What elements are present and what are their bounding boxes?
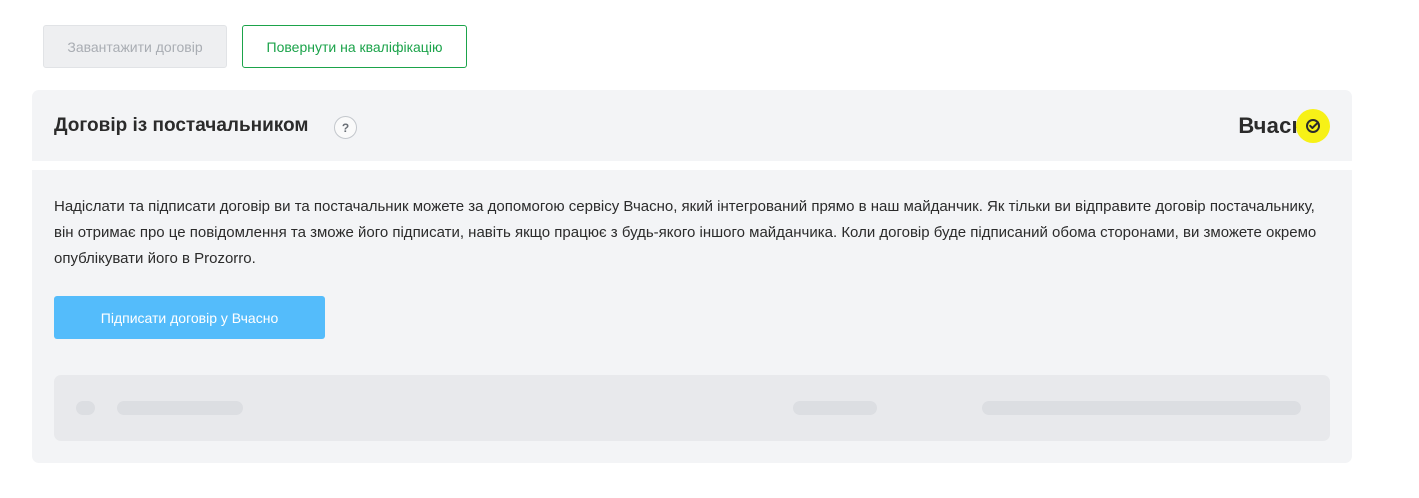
loading-placeholder: [54, 375, 1330, 441]
skeleton-line: [117, 401, 243, 415]
panel-header: Договір із постачальником ? Вчасн: [32, 90, 1352, 161]
sign-in-vchasno-button[interactable]: Підписати договір у Вчасно: [54, 296, 325, 339]
panel-body: Надіслати та підписати договір ви та пос…: [32, 170, 1352, 339]
skeleton-line: [982, 401, 1301, 415]
check-circle-icon: [1296, 109, 1330, 143]
panel-title: Договір із постачальником: [54, 115, 309, 136]
contract-panel: Договір із постачальником ? Вчасн Надісл…: [32, 90, 1352, 463]
return-to-qualification-button[interactable]: Повернути на кваліфікацію: [242, 25, 467, 68]
skeleton-line: [793, 401, 877, 415]
question-icon[interactable]: ?: [334, 116, 357, 139]
integration-description: Надіслати та підписати договір ви та пос…: [54, 198, 1317, 267]
skeleton-line: [76, 401, 95, 415]
top-actions: Завантажити договір Повернути на кваліфі…: [43, 25, 467, 68]
vchasno-logo-text: Вчасн: [1238, 113, 1305, 138]
panel-divider: [32, 161, 1352, 170]
upload-contract-button[interactable]: Завантажити договір: [43, 25, 227, 68]
vchasno-logo: Вчасн: [1238, 109, 1330, 143]
